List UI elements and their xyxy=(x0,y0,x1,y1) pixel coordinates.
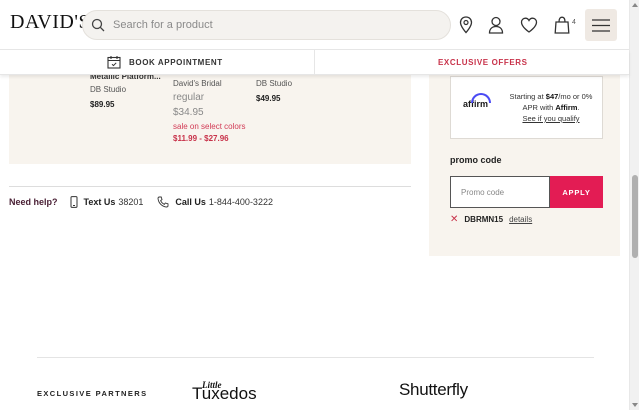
phone-icon xyxy=(70,196,78,208)
scroll-down-arrow-icon[interactable] xyxy=(632,403,638,407)
location-pin-icon[interactable] xyxy=(455,14,477,36)
book-appointment-link[interactable]: BOOK APPOINTMENT xyxy=(107,55,223,69)
product-brand: DB Studio xyxy=(90,85,127,94)
page-scrollbar[interactable] xyxy=(629,0,639,410)
exclusive-partners-label: EXCLUSIVE PARTNERS xyxy=(37,389,148,398)
product-card[interactable]: Metallic Platform... DB Studio $89.95 xyxy=(90,72,161,109)
help-row: Need help? Text Us 38201 Call Us 1-844-4… xyxy=(9,196,273,208)
regular-label: regular xyxy=(173,92,205,103)
call-us-link[interactable]: Call Us 1-844-400-3222 xyxy=(157,196,273,208)
heart-icon[interactable] xyxy=(518,14,540,36)
remove-promo-close-icon[interactable]: ✕ xyxy=(450,214,458,225)
product-card[interactable]: David's Bridal regular $34.95 sale on se… xyxy=(173,79,245,143)
bag-count-badge: 4 xyxy=(572,19,576,26)
hamburger-menu-icon[interactable] xyxy=(585,9,617,41)
affirm-arc-icon xyxy=(471,93,491,103)
product-price: $89.95 xyxy=(90,100,115,109)
regular-price: $34.95 xyxy=(173,107,204,118)
see-if-you-qualify-link[interactable]: See if you qualify xyxy=(522,114,579,123)
help-divider xyxy=(9,186,411,187)
applied-promo-row: ✕ DBRMN15 details xyxy=(450,214,532,225)
sale-price: $11.99 - $27.96 xyxy=(173,134,229,143)
telephone-icon xyxy=(157,196,169,208)
scroll-up-arrow-icon[interactable] xyxy=(632,3,638,7)
product-card[interactable]: DB Studio $49.95 xyxy=(256,79,292,103)
order-summary-panel: affirm Starting at $47/mo or 0% APR with… xyxy=(429,60,620,256)
sale-label: sale on select colors xyxy=(173,122,246,131)
scrollbar-thumb[interactable] xyxy=(632,175,638,258)
book-appointment-label: BOOK APPOINTMENT xyxy=(129,57,223,67)
davids-logo[interactable]: DAVID'S xyxy=(10,11,90,34)
call-us-number: 1-844-400-3222 xyxy=(208,197,273,207)
text-us-label: Text Us xyxy=(83,197,116,207)
promo-details-link[interactable]: details xyxy=(509,215,532,224)
product-brand: David's Bridal xyxy=(173,79,222,88)
bag-icon[interactable] xyxy=(551,14,573,36)
apply-promo-button[interactable]: APPLY xyxy=(550,176,603,208)
footer-divider xyxy=(37,357,594,358)
text-us-number: 38201 xyxy=(118,197,144,207)
applied-promo-code: DBRMN15 xyxy=(464,215,504,224)
search-input[interactable] xyxy=(113,15,433,35)
call-us-label: Call Us xyxy=(175,197,206,207)
affirm-logo: affirm xyxy=(463,93,491,109)
product-price: $49.95 xyxy=(256,94,281,103)
recommended-products-panel: Metallic Platform... DB Studio $89.95 Da… xyxy=(9,60,411,164)
product-brand: DB Studio xyxy=(256,79,293,88)
promo-code-title: promo code xyxy=(450,155,502,165)
site-header: DAVID'S 4 xyxy=(0,0,629,50)
user-icon[interactable] xyxy=(485,14,507,36)
promo-bar-divider xyxy=(314,50,315,75)
search-icon xyxy=(91,18,105,32)
promo-bar: BOOK APPOINTMENT EXCLUSIVE OFFERS xyxy=(0,50,629,75)
need-help-label: Need help? xyxy=(9,197,58,207)
affirm-message: Starting at $47/mo or 0% APR with Affirm… xyxy=(509,92,593,123)
exclusive-offers-link[interactable]: EXCLUSIVE OFFERS xyxy=(438,58,528,67)
calendar-icon xyxy=(107,56,121,69)
shutterfly-logo[interactable]: Shutterfly xyxy=(399,380,468,400)
affirm-financing-box: affirm Starting at $47/mo or 0% APR with… xyxy=(450,76,603,139)
text-us-link[interactable]: Text Us 38201 xyxy=(70,196,144,208)
promo-code-input[interactable] xyxy=(450,176,550,208)
search-bar[interactable] xyxy=(82,10,451,40)
